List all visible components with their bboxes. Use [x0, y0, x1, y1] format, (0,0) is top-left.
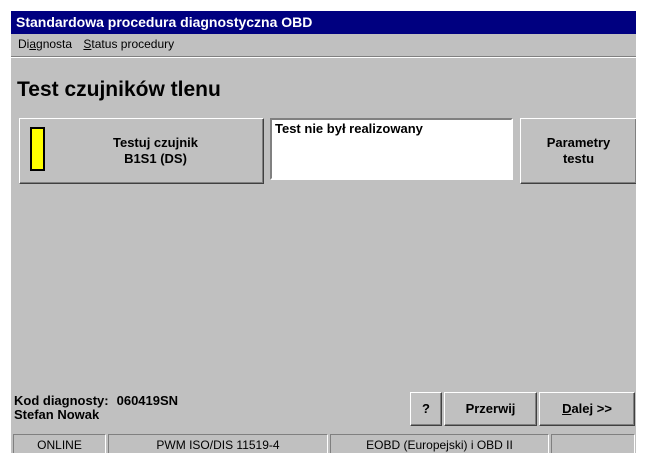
menu-status-post: tatus procedury — [91, 37, 175, 51]
diagnostician-info: Kod diagnosty: 060419SN Stefan Nowak — [14, 394, 178, 422]
test-parameters-button[interactable]: Parametry testu — [520, 118, 636, 184]
diagnostician-name: Stefan Nowak — [14, 407, 100, 422]
test-parameters-label: Parametry testu — [521, 135, 636, 167]
app-window: Standardowa procedura diagnostyczna OBD … — [10, 10, 636, 453]
test-parameters-line2: testu — [562, 151, 595, 166]
next-button-label: alej >> — [571, 401, 612, 416]
test-parameters-line1: Parametry — [546, 135, 611, 150]
menu-diagnosta-pre: Di — [18, 37, 30, 51]
status-connection: ONLINE — [13, 434, 106, 453]
next-button[interactable]: Dalej >> — [539, 392, 635, 426]
status-bar: ONLINE PWM ISO/DIS 11519-4 EOBD (Europej… — [11, 432, 636, 453]
window-title: Standardowa procedura diagnostyczna OBD — [11, 11, 636, 34]
page-title: Test czujników tlenu — [17, 78, 221, 101]
menu-separator — [11, 56, 636, 58]
menu-diagnosta-post: gnosta — [36, 37, 73, 51]
status-extra — [551, 434, 635, 453]
test-status-box: Test nie był realizowany — [270, 118, 513, 180]
diagnostician-code-value: 060419SN — [116, 393, 179, 408]
menu-diagnosta[interactable]: Diagnosta — [14, 34, 76, 54]
menu-status-procedury[interactable]: Status procedury — [79, 34, 178, 54]
test-sensor-label: Testuj czujnik B1S1 (DS) — [52, 135, 259, 167]
status-indicator-light — [30, 127, 45, 171]
status-standard: EOBD (Europejski) i OBD II — [330, 434, 549, 453]
diagnostician-code-label: Kod diagnosty: — [14, 393, 109, 408]
test-sensor-button[interactable]: Testuj czujnik B1S1 (DS) — [19, 118, 264, 184]
status-protocol: PWM ISO/DIS 11519-4 — [108, 434, 328, 453]
abort-button[interactable]: Przerwij — [444, 392, 537, 426]
help-button[interactable]: ? — [410, 392, 442, 426]
test-sensor-label-line1: Testuj czujnik — [113, 135, 198, 150]
menu-bar: Diagnosta Status procedury — [11, 34, 636, 54]
test-sensor-label-line2: B1S1 (DS) — [124, 151, 187, 166]
